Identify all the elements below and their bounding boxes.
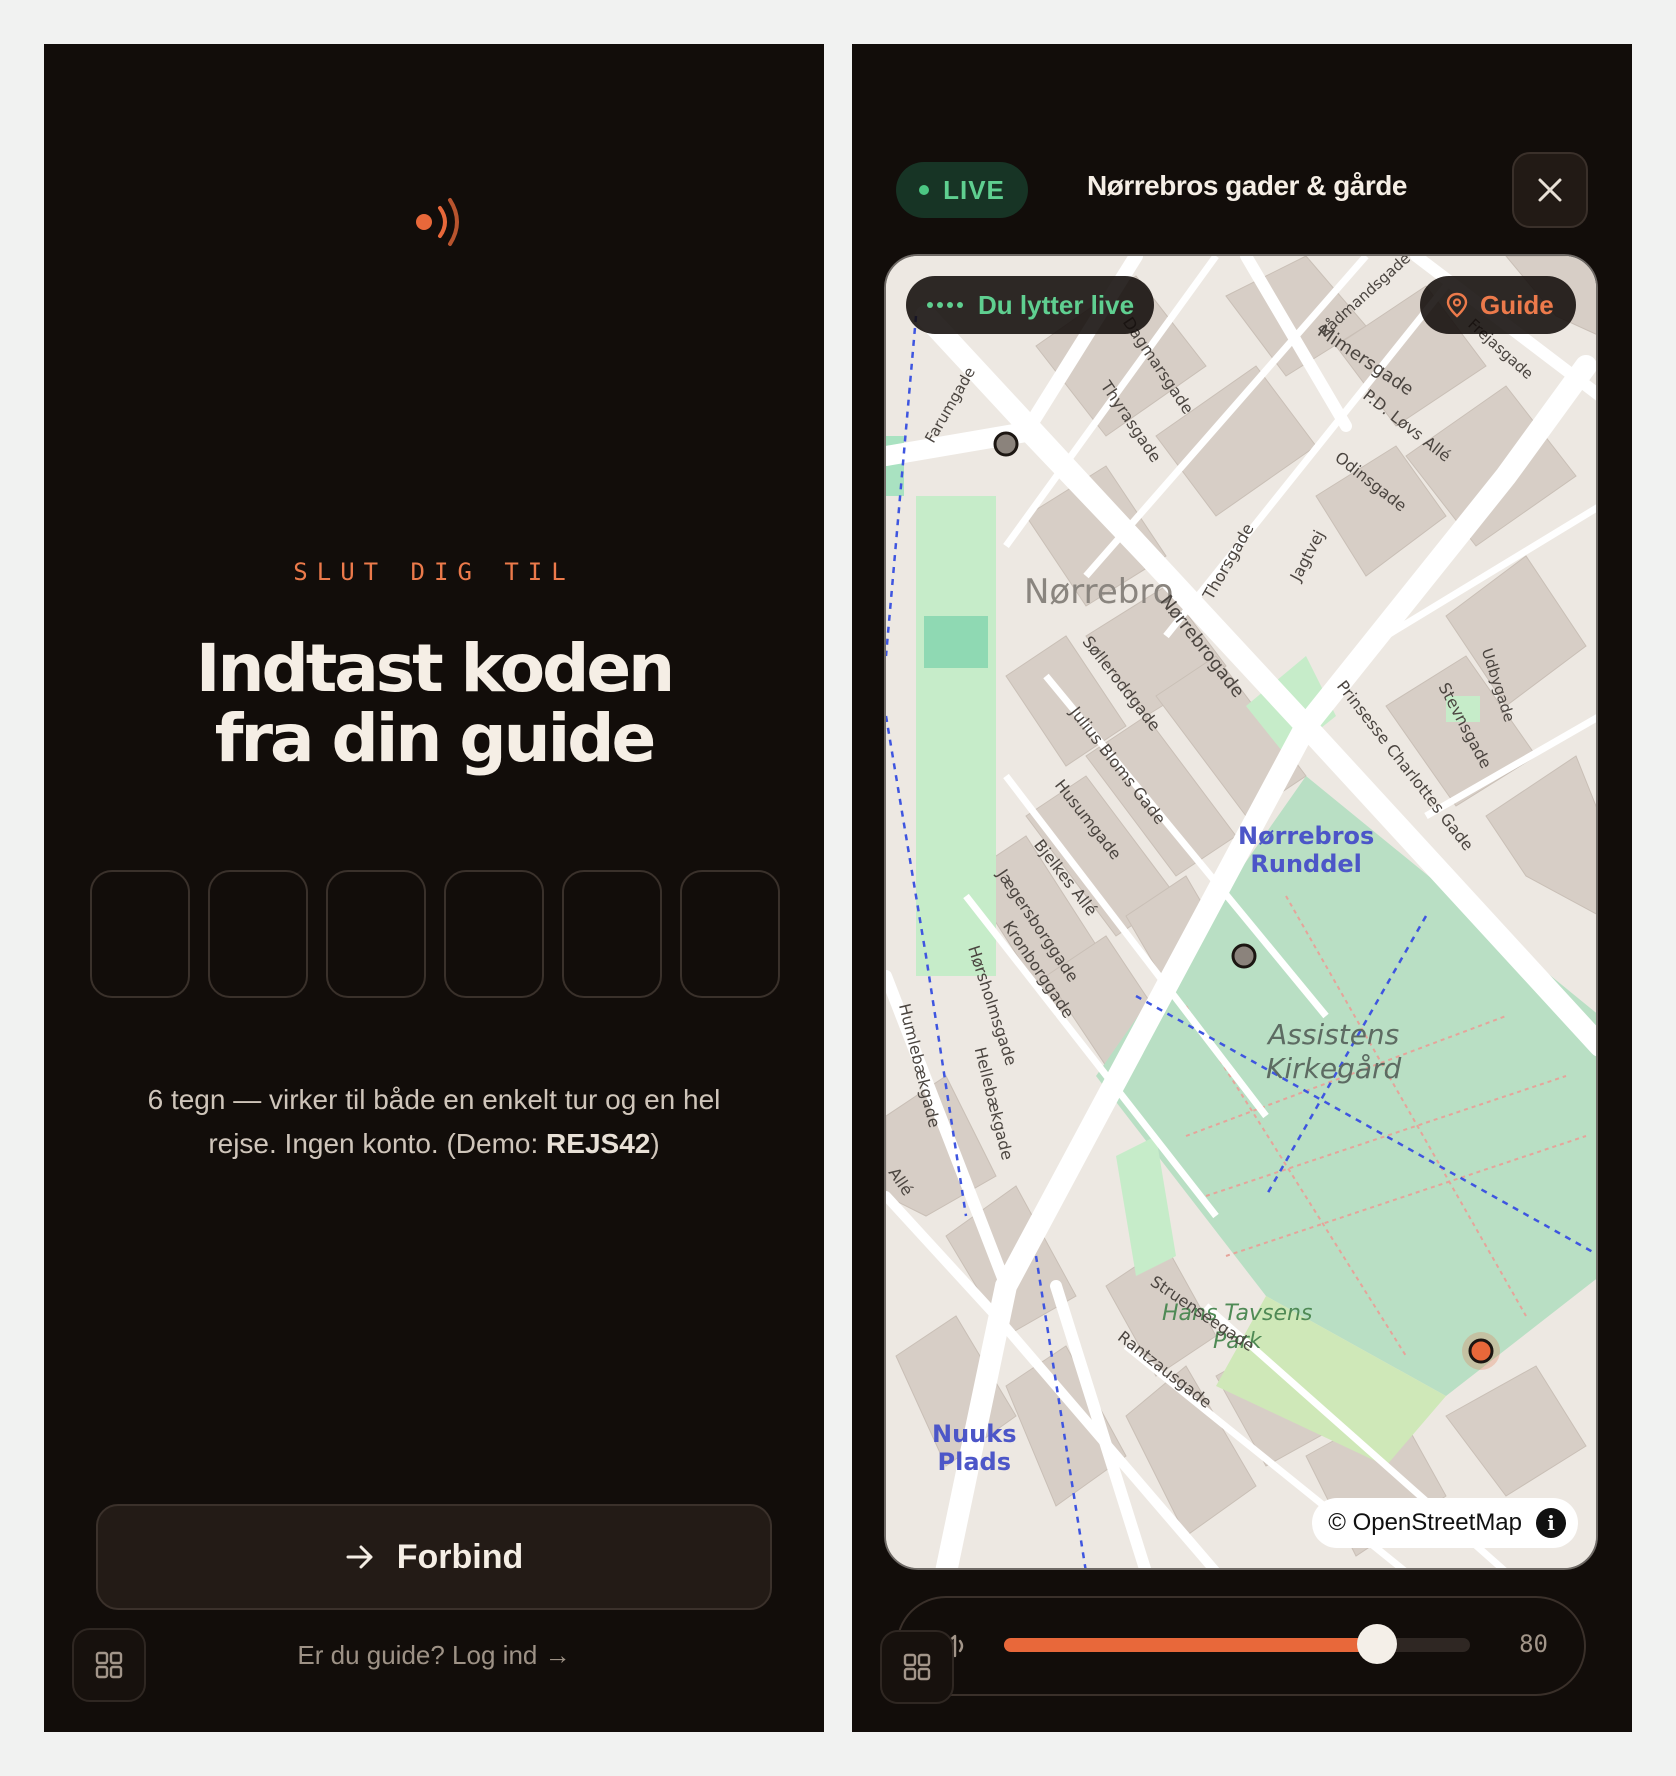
code-digit-5[interactable] (562, 870, 662, 998)
live-screen: LIVE Nørrebros gader & gårde Nørrebro Nø… (852, 44, 1632, 1732)
broadcast-icon (416, 198, 459, 246)
volume-slider-handle[interactable] (1357, 1624, 1397, 1664)
volume-slider-fill (1004, 1638, 1377, 1652)
join-screen: SLUT DIG TIL Indtast koden fra din guide… (44, 44, 824, 1732)
live-badge: LIVE (896, 162, 1028, 218)
apps-button[interactable] (880, 1630, 954, 1704)
location-pin-icon (1446, 292, 1468, 318)
code-digit-3[interactable] (326, 870, 426, 998)
stop-marker[interactable] (1230, 942, 1258, 970)
guide-location-marker[interactable] (1460, 1330, 1502, 1372)
map-label-rundel: Nørrebros Runddel (1238, 822, 1375, 878)
page-title: Indtast koden fra din guide (195, 630, 675, 777)
stop-marker[interactable] (992, 430, 1020, 458)
volume-slider[interactable] (1004, 1624, 1470, 1664)
map-label-district: Nørrebro (1024, 572, 1174, 612)
code-hint: 6 tegn — virker til både en enkelt tur o… (147, 1084, 721, 1159)
code-input-group (90, 870, 780, 998)
map-label-cemetery: Assistens Kirkegård (1266, 1018, 1402, 1085)
connect-button-label: Forbind (396, 1537, 524, 1576)
arrow-right-icon (346, 1545, 373, 1569)
map-view[interactable]: Nørrebro Nørrebros Runddel Assistens Kir… (884, 254, 1598, 1570)
tour-title: Nørrebros gader & gårde (1087, 170, 1407, 201)
grid-icon (903, 1653, 931, 1681)
guide-login-link[interactable]: Er du guide? Log ind → (44, 1640, 824, 1671)
grid-icon (95, 1651, 123, 1679)
volume-control: 80 (896, 1596, 1586, 1696)
code-digit-2[interactable] (208, 870, 308, 998)
code-digit-4[interactable] (444, 870, 544, 998)
apps-button[interactable] (72, 1628, 146, 1702)
code-digit-1[interactable] (90, 870, 190, 998)
live-dot-icon (919, 185, 930, 195)
volume-value: 80 (1519, 1630, 1548, 1658)
close-icon (1538, 178, 1562, 202)
info-icon[interactable]: i (1536, 1508, 1566, 1538)
map-attribution[interactable]: © OpenStreetMap i (1312, 1498, 1578, 1548)
connect-button[interactable]: Forbind (96, 1504, 772, 1610)
guide-locate-button[interactable]: Guide (1420, 276, 1576, 334)
map-label-plads: Nuuks Plads (932, 1420, 1017, 1476)
eyebrow-label: SLUT DIG TIL (293, 558, 575, 586)
close-button[interactable] (1512, 152, 1588, 228)
listening-badge: Du lytter live (906, 276, 1154, 334)
code-digit-6[interactable] (680, 870, 780, 998)
audio-dots-icon (927, 302, 963, 308)
demo-code: REJS42 (546, 1128, 651, 1159)
